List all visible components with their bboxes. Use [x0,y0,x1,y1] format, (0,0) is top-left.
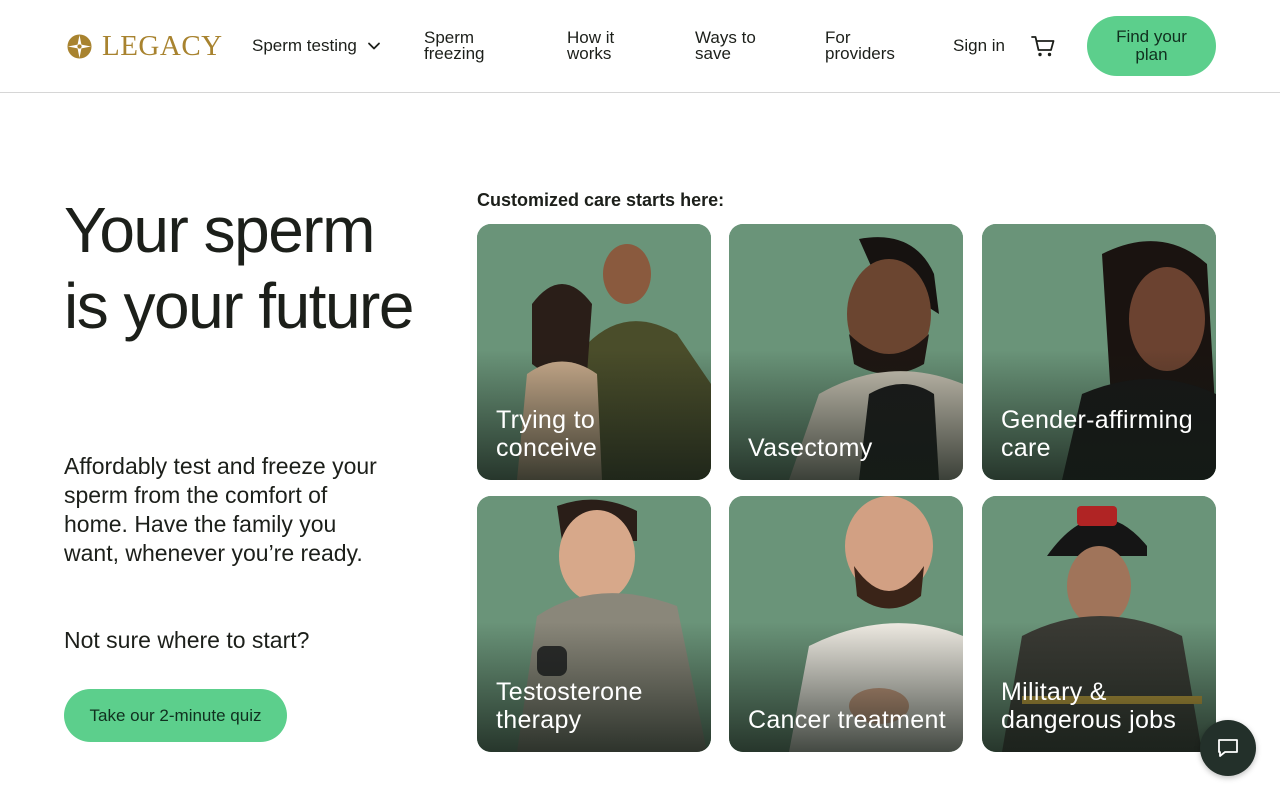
care-card-trying-to-conceive[interactable]: Trying to conceive [477,224,711,480]
care-card-gender-affirming[interactable]: Gender-affirming care [982,224,1216,480]
hero-title: Your sperm is your future [64,194,414,342]
nav-sperm-freezing[interactable]: Sperm freezing [424,29,504,62]
nav-ways-to-save[interactable]: Ways to save [695,29,765,62]
card-label: Military & dangerous jobs [1001,678,1177,734]
care-card-cancer-treatment[interactable]: Cancer treatment [729,496,963,752]
find-your-plan-button[interactable]: Find your plan [1087,16,1216,76]
care-card-military[interactable]: Military & dangerous jobs [982,496,1216,752]
card-label: Vasectomy [748,434,873,462]
take-quiz-button[interactable]: Take our 2-minute quiz [64,689,287,742]
logo-mark-icon [67,34,92,59]
card-label: Gender-affirming care [1001,406,1193,462]
chat-button[interactable] [1200,720,1256,776]
nav-sperm-testing[interactable]: Sperm testing [252,36,381,56]
cart-icon[interactable] [1030,33,1056,59]
chat-icon [1218,739,1238,757]
care-card-testosterone[interactable]: Testosterone therapy [477,496,711,752]
hero-prompt: Not sure where to start? [64,627,310,653]
chevron-down-icon [367,42,380,50]
card-label: Cancer treatment [748,706,946,734]
sign-in-link[interactable]: Sign in [953,36,1005,56]
logo[interactable]: LEGACY [67,30,223,63]
site-header: LEGACY Sperm testing Sperm freezing How … [0,0,1280,93]
care-heading: Customized care starts here: [477,190,725,210]
card-label: Trying to conceive [496,406,598,462]
care-card-vasectomy[interactable]: Vasectomy [729,224,963,480]
nav-for-providers[interactable]: For providers [825,29,905,62]
hero-description: Affordably test and freeze your sperm fr… [64,453,377,566]
nav-how-it-works[interactable]: How it works [567,29,627,62]
card-label: Testosterone therapy [496,678,643,734]
logo-text: LEGACY [102,30,223,62]
nav-sperm-testing-label: Sperm testing [252,36,357,55]
